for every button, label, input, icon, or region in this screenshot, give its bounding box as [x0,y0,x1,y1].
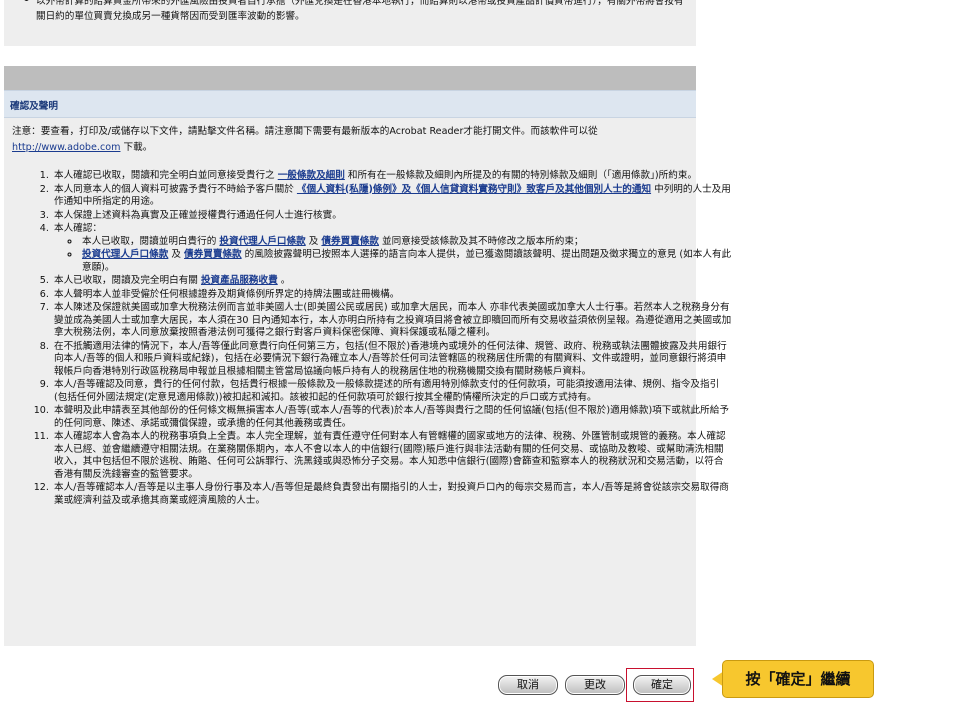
list-item: 本人保證上述資料為真實及正確並授權貴行通過任何人士進行核實。 [52,210,732,223]
section-header: 確認及聲明 [4,90,696,118]
list-item: 本人同意本人的個人資料可披露予貴行不時給予客戶關於 《個人資料(私隱)條例》及《… [52,184,732,209]
term-text: 本人/吾等確認及同意，貴行的任何付款，包括貴行根據一般條款及一般條款提述的所有適… [54,379,720,403]
investment-agent-terms-link[interactable]: 投資代理人戶口條款 [219,236,305,247]
term-text: 本人/吾等確認本人/吾等是以主事人身份行事及本人/吾等但是最終負責發出有關指引的… [54,482,729,506]
term-text: 本人聲明本人並非受僱於任何根據證券及期貨條例所界定的持牌法團或註冊機構。 [54,288,400,300]
investment-agent-terms-link[interactable]: 投資代理人戶口條款 [82,249,168,260]
service-charges-link[interactable]: 投資產品服務收費 [201,275,278,286]
term-text: 本人保證上述資料為真實及正確並授權貴行通過任何人士進行核實。 [54,209,342,221]
instruction-callout: 按「確定」繼續 [712,660,876,700]
list-item: 本人確認本人會為本人的稅務事項負上全責。本人完全理解，並有責任遵守任何對本人有管… [52,431,732,481]
bullet-dot [24,0,29,1]
term-text: 本人確認： [54,223,102,234]
list-item: 本人已收取，閱讀及完全明白有關 投資產品服務收費 。 [52,275,732,288]
cancel-button[interactable]: 取消 [498,675,558,695]
term-text: 本人已收取，閱讀並明白貴行的 [82,235,220,247]
note-text-end: 下載。 [120,142,153,153]
term-text: 本人確認已收取，閱讀和完全明白並同意接受貴行之 [54,170,278,181]
term-text: 。 [277,275,291,286]
term-text: 本人確認本人會為本人的稅務事項負上全責。本人完全理解，並有責任遵守任何對本人有管… [54,431,726,480]
risk-disclosure-text: 以外幣計算的結算資金所帶來的外匯風險由投資者自行承擔（外匯兌換是在香港本地執行，… [36,0,684,22]
bond-trading-terms-link[interactable]: 債券買賣條款 [321,236,379,247]
list-item: 本人/吾等確認本人/吾等是以主事人身份行事及本人/吾等但是最終負責發出有關指引的… [52,482,732,507]
list-item: 本人陳述及保證就美國或加拿大稅務法例而言並非美國人士(即美國公民或居民) 或加拿… [52,302,732,340]
modify-button[interactable]: 更改 [565,675,625,695]
declaration-panel: 注意：要查看，打印及/或儲存以下文件，請點擊文件名稱。請注意閣下需要有最新版本的… [4,118,731,646]
term-text: 及 [305,235,322,247]
section-separator-bar [4,66,696,90]
sub-list-item: 投資代理人戶口條款 及 債券買賣條款 的風險披露聲明已按照本人選擇的語言向本人提… [80,249,732,274]
sub-list-item: 本人已收取，閱讀並明白貴行的 投資代理人戶口條款 及 債券買賣條款 並同意接受該… [80,236,732,249]
term-text: 本人陳述及保證就美國或加拿大稅務法例而言並非美國人士(即美國公民或居民) 或加拿… [54,302,732,338]
list-item: 本人/吾等確認及同意，貴行的任何付款，包括貴行根據一般條款及一般條款提述的所有適… [52,379,732,404]
list-item: 在不抵觸適用法律的情況下，本人/吾等僅此同意貴行向任何第三方，包括(但不限於)香… [52,341,732,379]
adobe-link[interactable]: http://www.adobe.com [12,142,120,153]
sub-list: 本人已收取，閱讀並明白貴行的 投資代理人戶口條款 及 債券買賣條款 並同意接受該… [54,236,732,275]
declaration-list: 本人確認已收取，閱讀和完全明白並同意接受貴行之 一般條款及細則 和所有在一般條款… [12,170,732,508]
previous-section-panel: 以外幣計算的結算資金所帶來的外匯風險由投資者自行承擔（外匯兌換是在香港本地執行，… [4,0,696,46]
confirm-button[interactable]: 確定 [633,675,691,695]
term-text: 本人已收取，閱讀及完全明白有關 [54,275,201,286]
term-text: 及 [168,249,185,260]
list-item: 本人確認： 本人已收取，閱讀並明白貴行的 投資代理人戶口條款 及 債券買賣條款 … [52,223,732,274]
privacy-notice-link[interactable]: 《個人資料(私隱)條例》及《個人信貸資料實務守則》致客戶及其他個別人士的通知 [297,184,651,195]
section-title: 確認及聲明 [10,101,58,112]
term-text: 和所有在一般條款及細則內所提及的有關的特別條款及細則（「適用條款」)所約束。 [344,170,698,181]
callout-text: 按「確定」繼續 [722,660,874,698]
acrobat-note: 注意：要查看，打印及/或儲存以下文件，請點擊文件名稱。請注意閣下需要有最新版本的… [12,124,692,156]
term-text: 本人同意本人的個人資料可披露予貴行不時給予客戶關於 [54,183,297,195]
general-terms-link[interactable]: 一般條款及細則 [278,170,345,181]
list-item: 本聲明及此申請表至其他部份的任何條文概無損害本人/吾等(或本人/吾等的代表)於本… [52,405,732,430]
bond-trading-terms-link[interactable]: 債券買賣條款 [184,249,242,260]
list-item: 本人聲明本人並非受僱於任何根據證券及期貨條例所界定的持牌法團或註冊機構。 [52,289,732,302]
term-text: 本聲明及此申請表至其他部份的任何條文概無損害本人/吾等(或本人/吾等的代表)於本… [54,405,729,429]
term-text: 在不抵觸適用法律的情況下，本人/吾等僅此同意貴行向任何第三方，包括(但不限於)香… [54,340,727,377]
note-text: 注意：要查看，打印及/或儲存以下文件，請點擊文件名稱。請注意閣下需要有最新版本的… [12,126,598,137]
list-item: 本人確認已收取，閱讀和完全明白並同意接受貴行之 一般條款及細則 和所有在一般條款… [52,170,732,183]
term-text: 並同意接受該條款及其不時修改之版本所約束； [378,235,584,247]
